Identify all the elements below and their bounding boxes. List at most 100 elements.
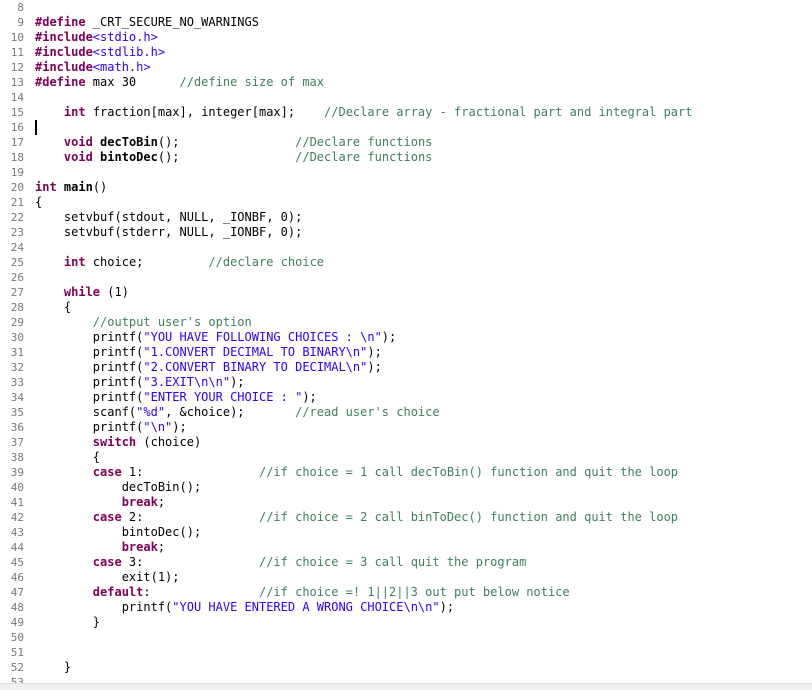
line-number: 36 xyxy=(10,421,24,434)
line-number: 41 xyxy=(10,496,24,509)
line-number: 24 xyxy=(10,241,24,254)
code-text: { xyxy=(35,195,43,209)
code-line[interactable]: 48 printf("YOU HAVE ENTERED A WRONG CHOI… xyxy=(0,600,812,615)
code-text: case 2: //if choice = 2 call binToDec() … xyxy=(92,510,679,524)
code-line[interactable]: 25 int choice; //declare choice xyxy=(0,255,812,270)
line-number: 51 xyxy=(10,646,24,659)
code-line[interactable]: 24 xyxy=(0,240,812,255)
code-line[interactable]: 35 scanf("%d", &choice); //read user's c… xyxy=(0,405,812,420)
code-text: printf("YOU HAVE FOLLOWING CHOICES : \n"… xyxy=(35,330,397,344)
code-line[interactable]: 45 case 3: //if choice = 3 call quit the… xyxy=(0,555,812,570)
line-number: 9 xyxy=(17,16,24,29)
code-line[interactable]: 20 int main() xyxy=(0,180,812,195)
line-number: 28 xyxy=(10,301,24,314)
code-line[interactable]: 42 case 2: //if choice = 2 call binToDec… xyxy=(0,510,812,525)
code-line[interactable]: 19 xyxy=(0,165,812,180)
line-number: 27 xyxy=(10,286,24,299)
code-line[interactable]: 33 printf("3.EXIT\n\n"); xyxy=(0,375,812,390)
line-number: 37 xyxy=(10,436,24,449)
code-text: int fraction[max], integer[max]; //Decla… xyxy=(63,105,693,119)
code-line[interactable]: 46 exit(1); xyxy=(0,570,812,585)
code-line[interactable]: 50 xyxy=(0,630,812,645)
code-text: case 1: //if choice = 1 call decToBin() … xyxy=(92,465,679,479)
line-number: 25 xyxy=(10,256,24,269)
code-text: bintoDec(); xyxy=(35,525,202,539)
line-number: 31 xyxy=(10,346,24,359)
line-number: 10 xyxy=(10,31,24,44)
line-number: 50 xyxy=(10,631,24,644)
code-line[interactable]: 13 #define max 30 //define size of max xyxy=(0,75,812,90)
code-editor[interactable]: 8 9 #define _CRT_SECURE_NO_WARNINGS 10 #incl… xyxy=(0,0,812,689)
code-text: printf("ENTER YOUR CHOICE : "); xyxy=(35,390,317,404)
code-text: break; xyxy=(121,540,166,554)
code-line[interactable]: 37 switch (choice) xyxy=(0,435,812,450)
code-line[interactable]: 10 #include<stdio.h> xyxy=(0,30,812,45)
line-number: 23 xyxy=(10,226,24,239)
line-number: 49 xyxy=(10,616,24,629)
line-number: 16 xyxy=(10,121,24,134)
code-line[interactable]: 32 printf("2.CONVERT BINARY TO DECIMAL\n… xyxy=(0,360,812,375)
code-line[interactable]: 31 printf("1.CONVERT DECIMAL TO BINARY\n… xyxy=(0,345,812,360)
line-number: 14 xyxy=(10,91,24,104)
code-line[interactable]: 28 { xyxy=(0,300,812,315)
line-number: 47 xyxy=(10,586,24,599)
code-text: #define _CRT_SECURE_NO_WARNINGS xyxy=(35,15,259,29)
code-line[interactable]: 11 #include<stdlib.h> xyxy=(0,45,812,60)
code-line[interactable]: 15 int fraction[max], integer[max]; //De… xyxy=(0,105,812,120)
code-text: #include<stdlib.h> xyxy=(35,45,166,59)
code-text: while (1) xyxy=(63,285,129,299)
code-line[interactable]: 49 } xyxy=(0,615,812,630)
line-number: 13 xyxy=(10,76,24,89)
code-line[interactable]: 38 { xyxy=(0,450,812,465)
code-line[interactable]: 52 } xyxy=(0,660,812,675)
code-line[interactable]: 26 xyxy=(0,270,812,285)
code-line[interactable]: 22 setvbuf(stdout, NULL, _IONBF, 0); xyxy=(0,210,812,225)
code-line[interactable]: 27 while (1) xyxy=(0,285,812,300)
code-text: void decToBin(); //Declare functions xyxy=(63,135,433,149)
line-number: 29 xyxy=(10,316,24,329)
code-line[interactable]: 17 void decToBin(); //Declare functions xyxy=(0,135,812,150)
code-line[interactable]: 44 break; xyxy=(0,540,812,555)
code-text: scanf("%d", &choice); //read user's choi… xyxy=(35,405,440,419)
code-text: #include<math.h> xyxy=(35,60,151,74)
code-line[interactable]: 36 printf("\n"); xyxy=(0,420,812,435)
code-line[interactable]: 43 bintoDec(); xyxy=(0,525,812,540)
code-line[interactable]: 18 void bintoDec(); //Declare functions xyxy=(0,150,812,165)
code-line[interactable]: 29 //output user's option xyxy=(0,315,812,330)
code-line[interactable]: 14 xyxy=(0,90,812,105)
line-number: 46 xyxy=(10,571,24,584)
line-number: 18 xyxy=(10,151,24,164)
line-number: 35 xyxy=(10,406,24,419)
line-number: 34 xyxy=(10,391,24,404)
code-text: break; xyxy=(121,495,166,509)
code-line[interactable]: 40 decToBin(); xyxy=(0,480,812,495)
code-line[interactable]: 51 xyxy=(0,645,812,660)
code-text: case 3: //if choice = 3 call quit the pr… xyxy=(92,555,527,569)
code-line[interactable]: 8 xyxy=(0,0,812,15)
code-line[interactable]: 39 case 1: //if choice = 1 call decToBin… xyxy=(0,465,812,480)
code-line[interactable]: 16 xyxy=(0,120,812,135)
line-number: 43 xyxy=(10,526,24,539)
code-line[interactable]: 47 default: //if choice =! 1||2||3 out p… xyxy=(0,585,812,600)
code-line[interactable]: 41 break; xyxy=(0,495,812,510)
code-text: //output user's option xyxy=(92,315,252,329)
code-text: printf("\n"); xyxy=(35,420,187,434)
line-number: 42 xyxy=(10,511,24,524)
line-number: 32 xyxy=(10,361,24,374)
code-text: default: //if choice =! 1||2||3 out put … xyxy=(92,585,570,599)
code-line[interactable]: 12 #include<math.h> xyxy=(0,60,812,75)
code-text: #define max 30 //define size of max xyxy=(35,75,324,89)
line-number: 12 xyxy=(10,61,24,74)
code-line[interactable]: 9 #define _CRT_SECURE_NO_WARNINGS xyxy=(0,15,812,30)
code-text: printf("3.EXIT\n\n"); xyxy=(35,375,245,389)
line-number: 39 xyxy=(10,466,24,479)
line-number: 17 xyxy=(10,136,24,149)
line-number: 45 xyxy=(10,556,24,569)
code-line[interactable]: 30 printf("YOU HAVE FOLLOWING CHOICES : … xyxy=(0,330,812,345)
code-line[interactable]: 23 setvbuf(stderr, NULL, _IONBF, 0); xyxy=(0,225,812,240)
line-number: 22 xyxy=(10,211,24,224)
code-line[interactable]: 21 { xyxy=(0,195,812,210)
code-line[interactable]: 34 printf("ENTER YOUR CHOICE : "); xyxy=(0,390,812,405)
line-number: 52 xyxy=(10,661,24,674)
code-text: { xyxy=(35,450,101,464)
